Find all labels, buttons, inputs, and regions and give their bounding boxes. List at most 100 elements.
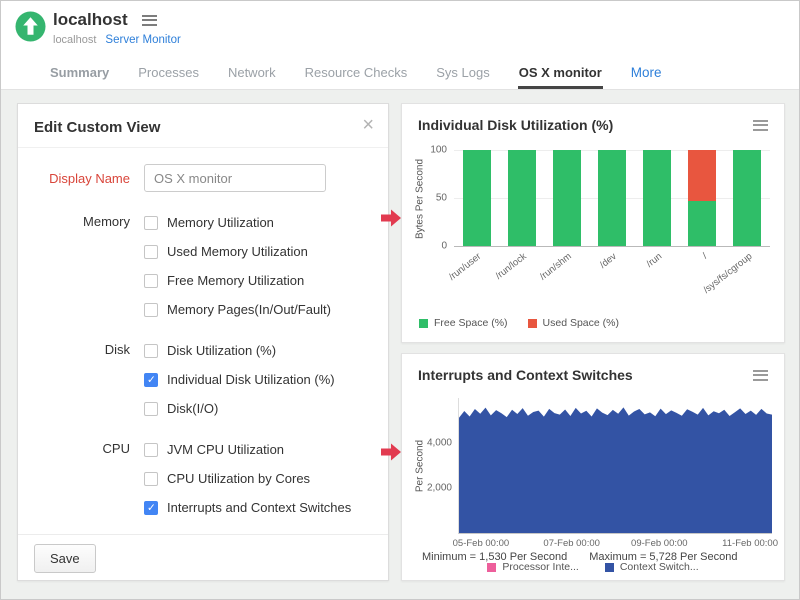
title-block: localhost localhostServer Monitor <box>53 10 181 46</box>
bar-segment-free-space <box>688 201 716 246</box>
dialog-title: Edit Custom View <box>34 119 160 136</box>
close-icon[interactable]: × <box>362 115 374 135</box>
bar-run-shm <box>553 150 581 246</box>
chart-legend: Processor Inte... Context Switch... <box>402 561 784 573</box>
x-tick-label: 09-Feb 00:00 <box>631 538 688 549</box>
checkbox-label: Disk Utilization (%) <box>167 343 276 358</box>
checkbox-label: JVM CPU Utilization <box>167 442 284 457</box>
option-jvm-cpu-utilization[interactable]: JVM CPU Utilization <box>144 435 351 464</box>
interrupts-chart-card: Interrupts and Context Switches Per Seco… <box>401 353 785 581</box>
page-title: localhost <box>53 10 128 30</box>
x-axis-label: /run <box>644 251 664 270</box>
tab-resource-checks[interactable]: Resource Checks <box>304 57 409 89</box>
checkbox-label: Disk(I/O) <box>167 401 218 416</box>
y-tick-label: 4,000 <box>427 438 452 449</box>
bar-segment-free-space <box>643 150 671 246</box>
checkbox-label: Interrupts and Context Switches <box>167 500 351 515</box>
checkbox-used-memory-utilization[interactable] <box>144 245 158 259</box>
area-chart-plot: 4,0002,000 05-Feb 00:0007-Feb 00:0009-Fe… <box>458 398 772 534</box>
chart-title: Interrupts and Context Switches <box>418 367 633 383</box>
page: localhost localhostServer Monitor Summar… <box>0 0 800 600</box>
option-cpu-utilization-by-cores[interactable]: CPU Utilization by Cores <box>144 464 351 493</box>
dialog-header: Edit Custom View × <box>18 104 388 148</box>
y-tick-label: 2,000 <box>427 483 452 494</box>
legend-item-free-space[interactable]: Free Space (%) <box>419 317 508 329</box>
y-tick-label: 100 <box>430 145 447 156</box>
option-used-memory-utilization[interactable]: Used Memory Utilization <box>144 237 331 266</box>
legend-item-processor-inte[interactable]: Processor Inte... <box>487 561 578 573</box>
checkbox-label: CPU Utilization by Cores <box>167 471 310 486</box>
x-axis-labels: /run/user/run/lock/run/shm/dev/run//sys/… <box>454 246 770 298</box>
tab-more[interactable]: More <box>630 57 663 89</box>
group-label-memory: Memory <box>18 208 130 324</box>
legend-item-used-space[interactable]: Used Space (%) <box>528 317 619 329</box>
dialog-body: Display Name Memory Memory UtilizationUse… <box>18 164 388 522</box>
checkbox-individual-disk-utilization[interactable] <box>144 373 158 387</box>
chart-title: Individual Disk Utilization (%) <box>418 117 613 133</box>
breadcrumb: localhostServer Monitor <box>53 34 181 46</box>
y-axis-title: Bytes Per Second <box>415 159 426 239</box>
tab-processes[interactable]: Processes <box>137 57 200 89</box>
x-axis-label: /dev <box>598 251 619 271</box>
option-disk-utilization[interactable]: Disk Utilization (%) <box>144 336 335 365</box>
chart-legend: Free Space (%) Used Space (%) <box>419 317 619 329</box>
checkbox-disk-i-o[interactable] <box>144 402 158 416</box>
legend-label: Context Switch... <box>620 561 699 573</box>
red-arrow-icon <box>380 442 402 462</box>
option-free-memory-utilization[interactable]: Free Memory Utilization <box>144 266 331 295</box>
group-label-cpu: CPU <box>18 435 130 522</box>
y-axis-title: Per Second <box>415 440 426 492</box>
chart-card-header: Interrupts and Context Switches <box>402 354 784 383</box>
bar-run-lock <box>508 150 536 246</box>
chart-menu-icon[interactable] <box>753 370 768 381</box>
legend-label: Free Space (%) <box>434 317 508 329</box>
checkbox-interrupts-and-context-switches[interactable] <box>144 501 158 515</box>
tab-summary[interactable]: Summary <box>49 57 110 89</box>
group-disk: Disk Disk Utilization (%) Individual Disk … <box>18 336 388 423</box>
checkbox-disk-utilization[interactable] <box>144 344 158 358</box>
checkbox-cpu-utilization-by-cores[interactable] <box>144 472 158 486</box>
legend-item-context-switch[interactable]: Context Switch... <box>605 561 699 573</box>
chart-menu-icon[interactable] <box>753 120 768 131</box>
option-interrupts-and-context-switches[interactable]: Interrupts and Context Switches <box>144 493 351 522</box>
y-tick-label: 0 <box>441 241 447 252</box>
display-name-row: Display Name <box>18 164 388 192</box>
legend-label: Used Space (%) <box>543 317 619 329</box>
checkbox-free-memory-utilization[interactable] <box>144 274 158 288</box>
y-tick-label: 50 <box>436 193 447 204</box>
bar-run-user <box>463 150 491 246</box>
checkbox-label: Memory Pages(In/Out/Fault) <box>167 302 331 317</box>
bar-segment-free-space <box>733 150 761 246</box>
tab-network[interactable]: Network <box>227 57 277 89</box>
x-tick-label: 07-Feb 00:00 <box>543 538 600 549</box>
x-axis-label: /run/lock <box>493 251 528 282</box>
checkbox-memory-utilization[interactable] <box>144 216 158 230</box>
tab-bar: Summary Processes Network Resource Checks Sy… <box>1 57 799 90</box>
group-label-disk: Disk <box>18 336 130 423</box>
legend-swatch <box>419 319 428 328</box>
x-axis-label: / <box>700 251 709 261</box>
checkbox-label: Free Memory Utilization <box>167 273 304 288</box>
app-header: localhost localhostServer Monitor <box>1 1 799 57</box>
option-individual-disk-utilization[interactable]: Individual Disk Utilization (%) <box>144 365 335 394</box>
breadcrumb-link-server-monitor[interactable]: Server Monitor <box>105 34 180 46</box>
tab-sys-logs[interactable]: Sys Logs <box>435 57 490 89</box>
display-name-input[interactable] <box>144 164 326 192</box>
hamburger-menu-icon[interactable] <box>142 15 157 26</box>
option-disk-i-o[interactable]: Disk(I/O) <box>144 394 335 423</box>
bar-segment-free-space <box>463 150 491 246</box>
chart-card-header: Individual Disk Utilization (%) <box>402 104 784 133</box>
bar-segment-free-space <box>508 150 536 246</box>
checkbox-memory-pages-in-out-fault[interactable] <box>144 303 158 317</box>
bar-segment-free-space <box>553 150 581 246</box>
tab-os-x-monitor[interactable]: OS X monitor <box>518 57 603 89</box>
bar- <box>688 150 716 246</box>
monitor-up-status-icon <box>15 11 46 42</box>
save-button[interactable]: Save <box>34 544 96 573</box>
bar-dev <box>598 150 626 246</box>
group-memory: Memory Memory UtilizationUsed Memory Util… <box>18 208 388 324</box>
option-memory-utilization[interactable]: Memory Utilization <box>144 208 331 237</box>
legend-swatch <box>487 563 496 572</box>
checkbox-jvm-cpu-utilization[interactable] <box>144 443 158 457</box>
option-memory-pages-in-out-fault[interactable]: Memory Pages(In/Out/Fault) <box>144 295 331 324</box>
